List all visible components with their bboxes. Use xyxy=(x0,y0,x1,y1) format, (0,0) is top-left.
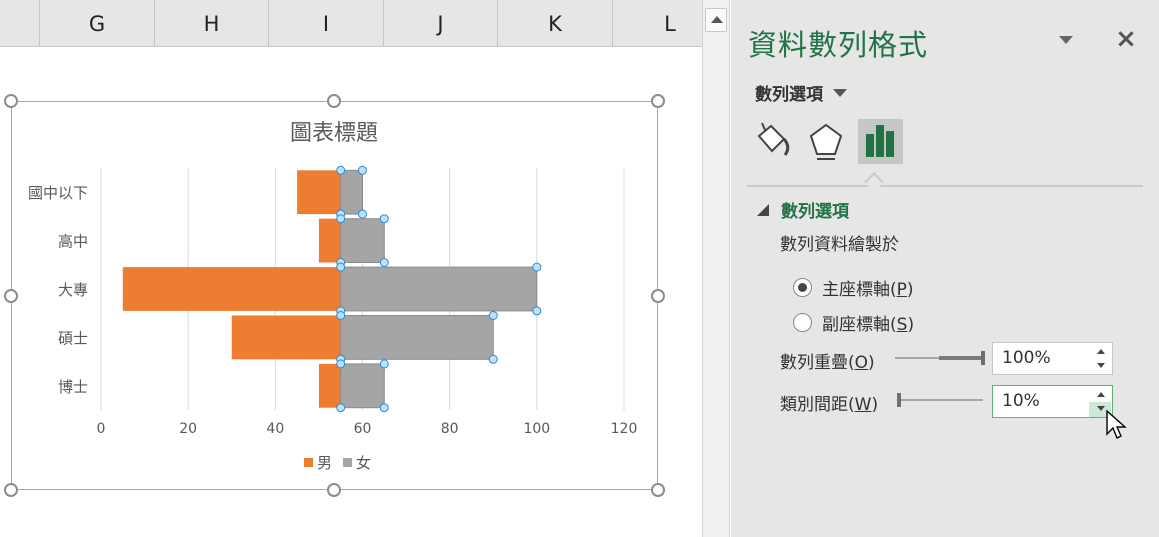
x-tick-label: 40 xyxy=(266,421,284,437)
format-data-series-pane: 資料數列格式 × 數列選項 數列選項 數列資料繪製於 主座標軸(P) 副座標軸(… xyxy=(731,0,1159,537)
selection-point xyxy=(379,214,389,224)
selection-point xyxy=(379,258,389,268)
bar-男[interactable] xyxy=(231,315,341,360)
resize-handle-bottom-left[interactable] xyxy=(4,483,18,497)
bar-女[interactable] xyxy=(340,266,538,312)
resize-handle-bottom-right[interactable] xyxy=(651,483,665,497)
chart-bars[interactable] xyxy=(122,169,538,409)
bar-女[interactable] xyxy=(340,169,364,215)
tab-divider xyxy=(747,185,1143,187)
collapse-triangle-icon xyxy=(757,203,769,216)
spreadsheet-area[interactable]: G H I J K L 0 20 40 60 80 100 120 國中以下 高中 大專 碩士 博士 … xyxy=(0,0,702,537)
gap-width-value[interactable]: 10% xyxy=(1002,391,1040,411)
pane-menu-chevron-icon[interactable] xyxy=(1059,36,1073,44)
bar-女[interactable] xyxy=(340,314,494,360)
selection-point xyxy=(488,354,498,364)
x-tick-label: 0 xyxy=(97,421,106,437)
legend-swatch xyxy=(343,458,352,467)
series-options-dropdown-label: 數列選項 xyxy=(755,85,823,105)
selection-point xyxy=(336,165,346,175)
selection-point xyxy=(358,165,367,175)
dropdown-arrow-icon xyxy=(833,88,847,97)
chart-legend[interactable]: 男女 xyxy=(304,454,371,472)
selection-point xyxy=(336,403,346,413)
tab-effects[interactable] xyxy=(804,119,849,164)
legend-entry[interactable]: 男 xyxy=(304,454,332,472)
close-icon[interactable]: × xyxy=(1115,26,1137,52)
selection-point xyxy=(532,262,542,272)
x-tick-label: 80 xyxy=(441,421,459,437)
bar-女[interactable] xyxy=(340,363,385,409)
radio-primary-axis-label: 主座標軸(P) xyxy=(822,280,914,300)
bar-男[interactable] xyxy=(318,218,341,263)
vertical-scrollbar[interactable] xyxy=(702,0,730,537)
resize-handle-left[interactable] xyxy=(4,289,18,303)
category-label: 大專 xyxy=(58,281,88,299)
radio-button-checked[interactable] xyxy=(793,278,812,297)
pane-title: 資料數列格式 xyxy=(748,28,929,62)
resize-handle-bottom[interactable] xyxy=(327,483,341,497)
series-overlap-spinner[interactable]: 100% xyxy=(992,342,1113,375)
radio-button[interactable] xyxy=(793,313,812,332)
gap-width-spinner[interactable]: 10% xyxy=(992,385,1113,418)
category-label: 碩士 xyxy=(58,329,88,347)
category-label: 國中以下 xyxy=(28,184,88,202)
slider-thumb[interactable] xyxy=(981,351,985,365)
legend-label: 男 xyxy=(317,454,332,472)
series-overlap-label: 數列重疊(O) xyxy=(780,353,875,373)
selection-point xyxy=(379,359,389,369)
plot-series-on-label: 數列資料繪製於 xyxy=(780,235,899,255)
bar-chart-icon xyxy=(866,125,894,157)
paint-bucket-icon xyxy=(757,122,790,156)
legend-entry[interactable]: 女 xyxy=(343,454,371,472)
resize-handle-top-left[interactable] xyxy=(4,94,18,108)
legend-label: 女 xyxy=(356,454,371,472)
bar-男[interactable] xyxy=(122,267,341,311)
bar-女[interactable] xyxy=(340,218,385,264)
selection-point xyxy=(336,214,346,224)
selection-point xyxy=(358,209,367,219)
chart-title[interactable]: 圖表標題 xyxy=(290,121,378,146)
chart-canvas[interactable]: 0 20 40 60 80 100 120國中以下高中大專碩士博士 圖表標題 男女 xyxy=(0,0,702,537)
tab-series-options[interactable] xyxy=(858,119,903,164)
selection-point xyxy=(336,310,346,320)
section-title: 數列選項 xyxy=(781,202,849,222)
resize-handle-top-right[interactable] xyxy=(651,94,665,108)
gap-width-label: 類別間距(W) xyxy=(780,395,879,415)
series-options-dropdown[interactable]: 數列選項 xyxy=(755,80,847,105)
pentagon-icon xyxy=(809,123,843,160)
selection-point xyxy=(336,359,346,369)
series-overlap-value[interactable]: 100% xyxy=(1002,348,1051,368)
spin-down-icon[interactable] xyxy=(1097,363,1105,368)
legend-swatch xyxy=(304,458,313,467)
selection-point xyxy=(532,306,542,316)
x-tick-label: 60 xyxy=(354,421,372,437)
spin-up-icon[interactable] xyxy=(1097,349,1105,354)
mouse-pointer-icon xyxy=(1106,410,1127,439)
category-label: 高中 xyxy=(58,233,88,251)
spin-down-icon[interactable] xyxy=(1097,406,1105,411)
category-label: 博士 xyxy=(58,378,88,396)
x-tick-label: 120 xyxy=(611,421,638,437)
bar-男[interactable] xyxy=(297,170,341,215)
active-tab-pointer xyxy=(864,172,884,192)
x-tick-label: 100 xyxy=(523,421,550,437)
resize-handle-top[interactable] xyxy=(327,94,341,108)
scroll-up-button[interactable] xyxy=(705,8,727,32)
selection-point xyxy=(379,403,389,413)
bar-男[interactable] xyxy=(318,363,341,408)
series-options-section-header[interactable]: 數列選項 xyxy=(757,197,849,222)
radio-secondary-axis[interactable]: 副座標軸(S) xyxy=(793,310,914,335)
selection-point xyxy=(336,262,346,272)
spin-up-icon[interactable] xyxy=(1097,392,1105,397)
resize-handle-right[interactable] xyxy=(651,289,665,303)
radio-secondary-axis-label: 副座標軸(S) xyxy=(822,315,915,335)
x-tick-label: 20 xyxy=(179,421,197,437)
slider-thumb[interactable] xyxy=(896,393,901,407)
tab-fill-line[interactable] xyxy=(753,119,798,164)
selection-point xyxy=(488,310,498,320)
radio-primary-axis[interactable]: 主座標軸(P) xyxy=(793,275,914,300)
